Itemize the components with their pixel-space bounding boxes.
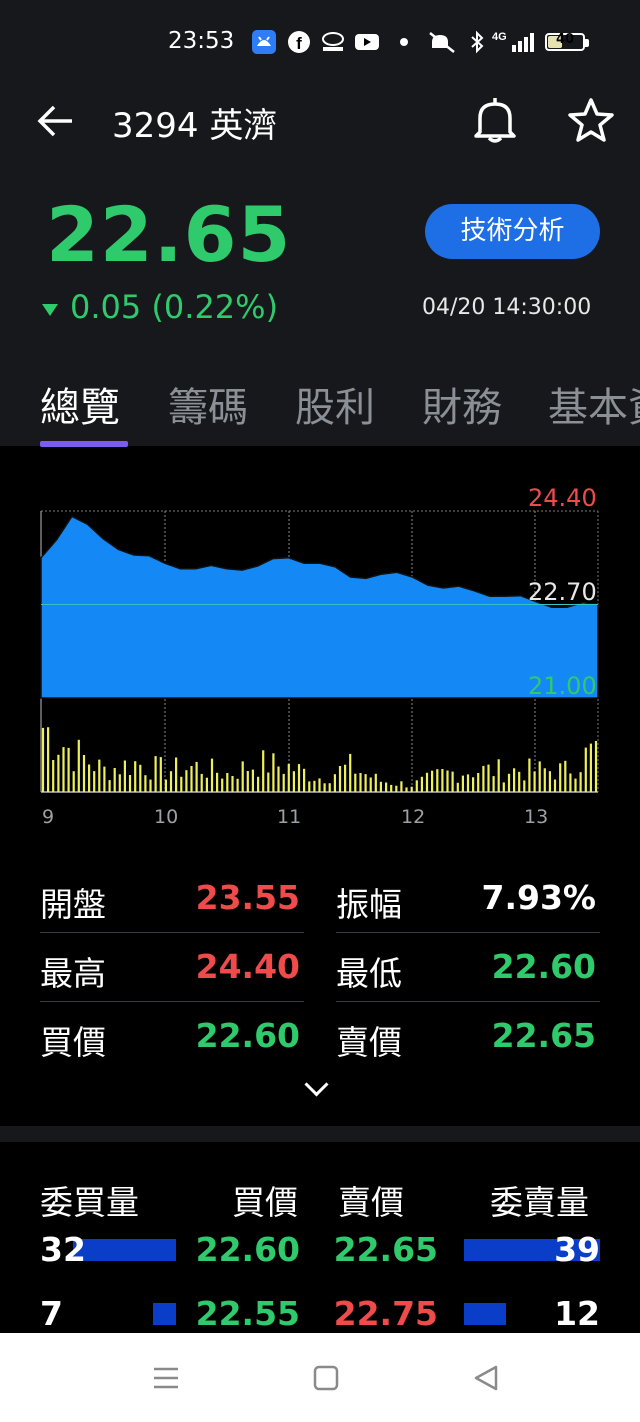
- order-bid: 22.55: [195, 1294, 300, 1333]
- back-arrow-icon[interactable]: [36, 103, 74, 143]
- stat-value: 22.60: [195, 1016, 300, 1055]
- tab-chips[interactable]: 籌碼: [168, 375, 248, 433]
- battery-text: 40: [555, 32, 575, 47]
- stat-label: 振幅: [336, 885, 402, 924]
- app-icon: [252, 30, 276, 54]
- price-area: [40, 515, 599, 699]
- stat-divider: [336, 1001, 600, 1002]
- back-triangle-icon[interactable]: [472, 1364, 500, 1396]
- status-bar: 23:53 f 4G 40: [0, 0, 640, 88]
- stat-divider: [336, 932, 600, 933]
- tab-basic[interactable]: 基本資: [548, 375, 640, 433]
- order-header-ask-price: 賣價: [338, 1183, 404, 1222]
- price-change: 0.05 (0.22%): [70, 288, 279, 326]
- svg-text:f: f: [296, 34, 302, 53]
- y-label-mid: 22.70: [528, 578, 597, 606]
- stat-label: 買價: [40, 1023, 106, 1062]
- svg-text:4G: 4G: [492, 31, 507, 43]
- somaji-icon: [320, 30, 344, 54]
- chevron-down-icon[interactable]: [304, 1072, 329, 1097]
- stat-divider: [40, 932, 304, 933]
- tab-indicator: [40, 441, 128, 447]
- stat-value: 23.55: [195, 878, 300, 917]
- y-label-high: 24.40: [528, 484, 597, 512]
- home-icon[interactable]: [313, 1365, 339, 1395]
- stat-label: 開盤: [40, 885, 106, 924]
- stat-label: 最低: [336, 954, 402, 993]
- tab-finance[interactable]: 財務: [422, 375, 502, 433]
- order-bid-vol: 7: [40, 1294, 63, 1333]
- order-header-bid-volume: 委買量: [40, 1183, 139, 1222]
- x-tick-label: 10: [154, 806, 179, 828]
- stat-label: 賣價: [336, 1023, 402, 1062]
- current-price: 22.65: [46, 190, 292, 279]
- order-ask: 22.65: [333, 1230, 438, 1269]
- down-triangle-icon: [42, 304, 58, 316]
- volume-bars: [41, 727, 598, 792]
- order-ask: 22.75: [333, 1294, 438, 1333]
- stat-label: 最高: [40, 954, 106, 993]
- x-tick-label: 9: [42, 806, 55, 828]
- stat-value: 22.65: [491, 1016, 596, 1055]
- bell-icon[interactable]: [472, 96, 518, 148]
- order-bid: 22.60: [195, 1230, 300, 1269]
- battery-tip: [585, 39, 589, 47]
- technical-analysis-button[interactable]: 技術分析: [425, 204, 600, 259]
- x-tick-label: 12: [401, 806, 426, 828]
- youtube-icon: [354, 30, 379, 54]
- stat-value: 7.93%: [481, 878, 597, 917]
- stat-divider: [40, 1001, 304, 1002]
- order-ask-vol: 39: [554, 1230, 600, 1269]
- quote-timestamp: 04/20 14:30:00: [422, 295, 592, 320]
- signal-4g-icon: 4G: [492, 30, 540, 54]
- dot-icon: [398, 30, 422, 54]
- order-ask-vol: 12: [554, 1294, 600, 1333]
- order-bid-vol: 32: [40, 1230, 86, 1269]
- order-header-bid-price: 買價: [232, 1183, 298, 1222]
- star-icon[interactable]: [566, 96, 616, 148]
- section-divider: [0, 1126, 640, 1142]
- intraday-chart[interactable]: [0, 480, 640, 810]
- page-title: 3294 英濟: [112, 106, 278, 146]
- facebook-icon: f: [287, 30, 311, 54]
- menu-icon[interactable]: [152, 1365, 180, 1395]
- y-label-low: 21.00: [528, 672, 597, 700]
- stat-value: 22.60: [491, 947, 596, 986]
- mute-icon: [428, 30, 455, 54]
- bluetooth-icon: [468, 30, 492, 54]
- tab-dividend[interactable]: 股利: [295, 375, 375, 433]
- tab-overview[interactable]: 總覽: [40, 375, 120, 433]
- battery-icon: 40: [545, 32, 589, 51]
- stat-value: 24.40: [195, 947, 300, 986]
- order-header-ask-volume: 委賣量: [490, 1183, 589, 1222]
- system-nav-bar: [0, 1333, 640, 1422]
- x-tick-label: 11: [277, 806, 302, 828]
- status-time: 23:53: [168, 28, 235, 54]
- x-tick-label: 13: [524, 806, 549, 828]
